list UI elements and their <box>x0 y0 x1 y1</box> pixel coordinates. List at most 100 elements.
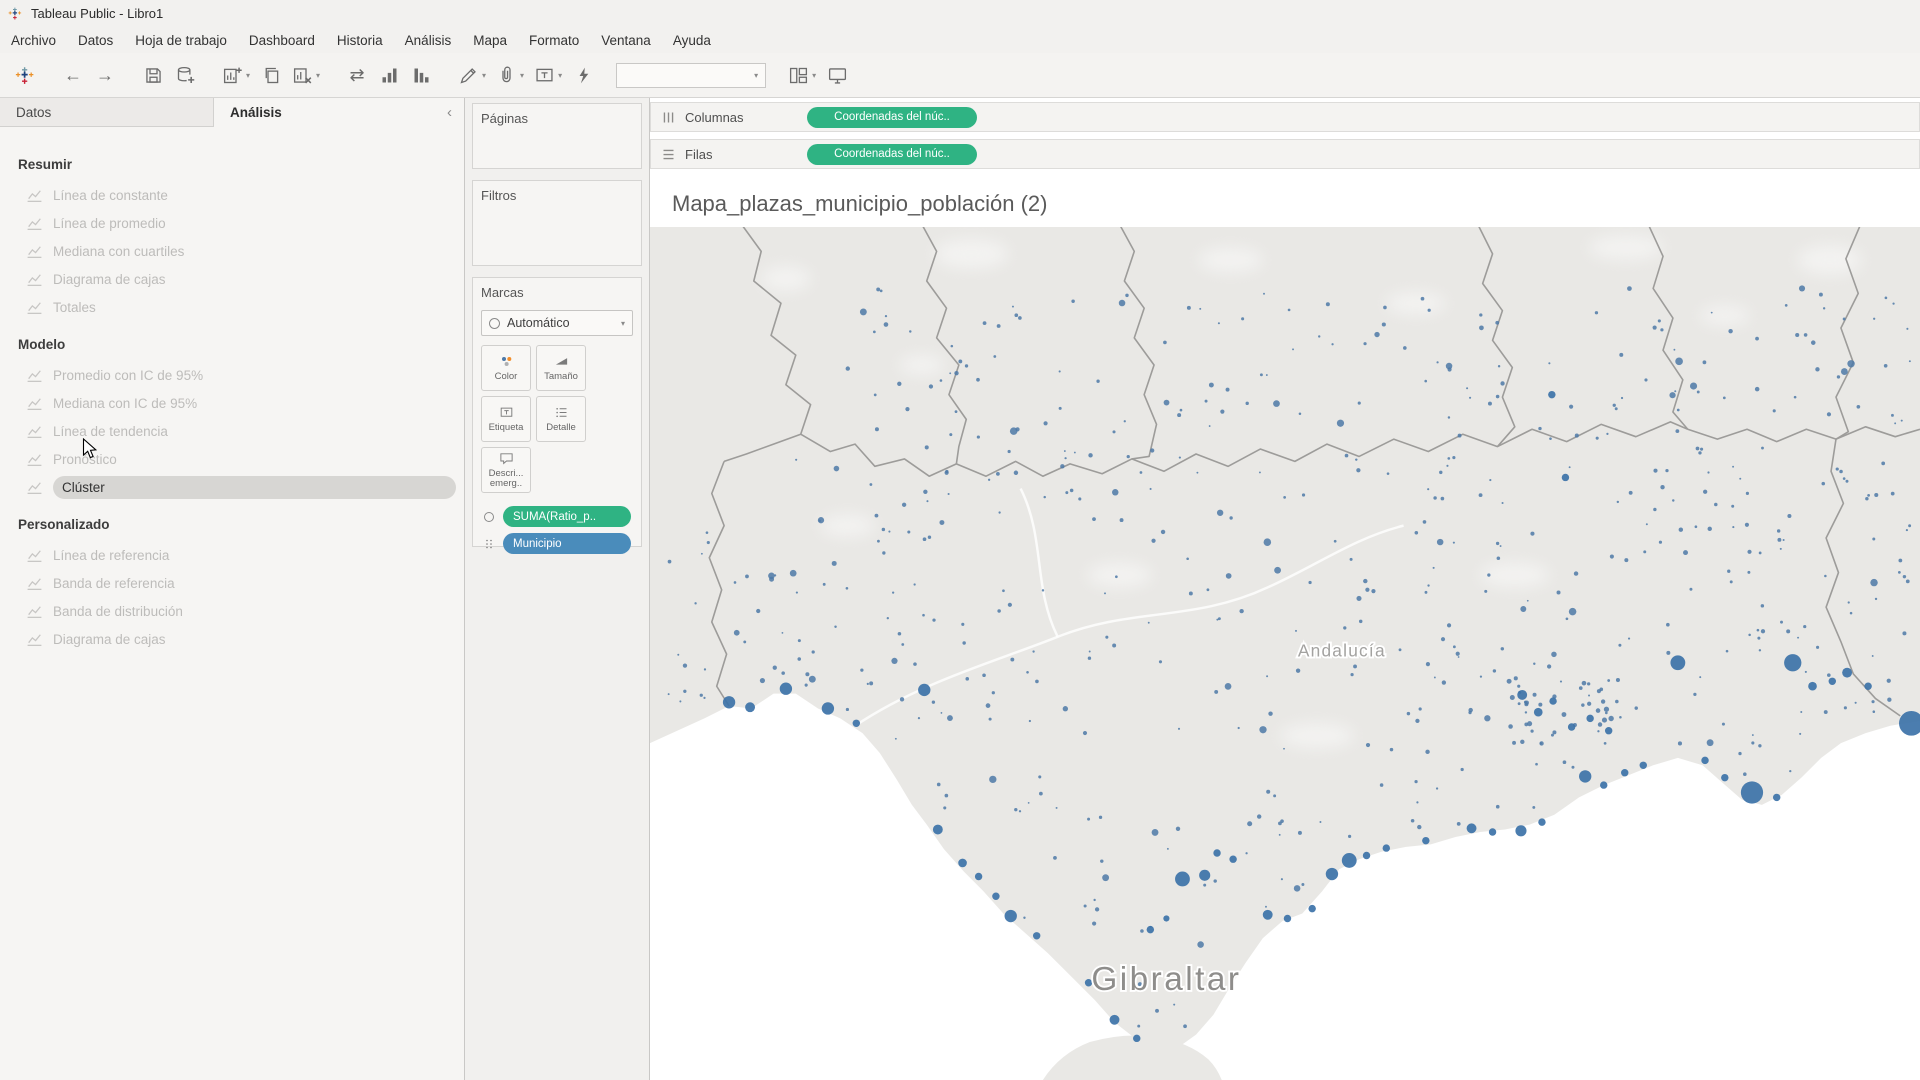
map-bubble[interactable] <box>1600 781 1607 788</box>
map-bubble[interactable] <box>1229 855 1236 862</box>
map-canvas[interactable]: AndalucíaGibraltar <box>650 227 1920 1080</box>
menu-datos[interactable]: Datos <box>67 29 124 52</box>
map-bubble[interactable] <box>822 702 834 714</box>
field-pill-municipio[interactable]: Municipio <box>503 533 631 554</box>
pages-shelf[interactable]: Páginas <box>472 103 642 169</box>
swap-axes-button[interactable]: ⇄ <box>342 58 372 92</box>
map-bubble[interactable] <box>1605 727 1612 734</box>
map-bubble[interactable] <box>1534 708 1543 717</box>
map-bubble[interactable] <box>1808 682 1817 691</box>
map-bubble[interactable] <box>853 720 860 727</box>
map-bubble[interactable] <box>1579 770 1591 782</box>
field-pill-suma-ratio[interactable]: SUMA(Ratio_p.. <box>503 506 631 527</box>
map-bubble[interactable] <box>992 893 999 900</box>
fit-selector[interactable]: ▾ <box>616 63 766 88</box>
map-bubble[interactable] <box>1284 915 1291 922</box>
map-bubble[interactable] <box>1308 905 1315 912</box>
highlight-button[interactable]: ▾ <box>454 58 490 92</box>
duplicate-button[interactable] <box>256 58 286 92</box>
map-bubble[interactable] <box>975 873 982 880</box>
map-bubble[interactable] <box>1549 697 1556 704</box>
map-bubble[interactable] <box>1263 910 1273 920</box>
show-hide-cards-button[interactable]: ▾ <box>784 58 820 92</box>
save-button[interactable] <box>138 58 168 92</box>
map-bubble[interactable] <box>1133 1035 1140 1042</box>
analytics-item-linea-de-promedio[interactable]: Línea de promedio <box>0 209 464 237</box>
map-bubble[interactable] <box>1467 823 1477 833</box>
map-bubble[interactable] <box>1383 844 1390 851</box>
map-bubble[interactable] <box>1701 757 1708 764</box>
sort-ascending-button[interactable] <box>374 58 404 92</box>
clear-sheet-button[interactable]: ▾ <box>288 58 324 92</box>
show-mark-labels-button[interactable]: ▾ <box>530 58 566 92</box>
map-bubble[interactable] <box>1829 678 1836 685</box>
analytics-item-linea-de-tendencia[interactable]: Línea de tendencia <box>0 417 464 445</box>
map-bubble[interactable] <box>1147 926 1154 933</box>
sort-descending-button[interactable] <box>406 58 436 92</box>
fix-axes-button[interactable] <box>568 58 598 92</box>
map-bubble[interactable] <box>723 696 735 708</box>
columns-shelf-zone[interactable]: Coordenadas del núc.. <box>781 107 1919 128</box>
map-bubble[interactable] <box>1842 668 1852 678</box>
map-bubble[interactable] <box>918 684 930 696</box>
analytics-item-diagrama-de-cajas-2[interactable]: Diagrama de cajas <box>0 625 464 653</box>
map-bubble[interactable] <box>1562 474 1569 481</box>
map-bubble[interactable] <box>1363 852 1370 859</box>
analytics-item-promedio-ic95[interactable]: Promedio con IC de 95% <box>0 361 464 389</box>
map-bubble[interactable] <box>1110 1015 1120 1025</box>
map-bubble[interactable] <box>1422 837 1429 844</box>
columns-pill-coordenadas[interactable]: Coordenadas del núc.. <box>807 107 977 128</box>
map-bubble[interactable] <box>1741 781 1763 803</box>
label-button[interactable]: Etiqueta <box>481 396 531 442</box>
collapse-pane-icon[interactable]: ‹ <box>447 104 452 121</box>
rows-shelf[interactable]: Filas Coordenadas del núc.. <box>650 139 1920 169</box>
rows-pill-coordenadas[interactable]: Coordenadas del núc.. <box>807 144 977 165</box>
group-members-button[interactable]: ▾ <box>492 58 528 92</box>
map-bubble[interactable] <box>1586 715 1593 722</box>
analytics-item-diagrama-de-cajas[interactable]: Diagrama de cajas <box>0 265 464 293</box>
map-bubble[interactable] <box>1721 774 1728 781</box>
map-bubble[interactable] <box>1213 849 1220 856</box>
mark-type-selector[interactable]: Automático ▾ <box>481 310 633 336</box>
columns-shelf[interactable]: Columnas Coordenadas del núc.. <box>650 102 1920 132</box>
analytics-item-banda-de-distribucion[interactable]: Banda de distribución <box>0 597 464 625</box>
map-bubble[interactable] <box>745 702 755 712</box>
map-bubble[interactable] <box>1864 683 1871 690</box>
menu-mapa[interactable]: Mapa <box>462 29 518 52</box>
map-bubble[interactable] <box>1163 915 1169 921</box>
map-bubble[interactable] <box>1640 762 1647 769</box>
map-bubble[interactable] <box>1005 910 1017 922</box>
presentation-mode-button[interactable] <box>822 58 852 92</box>
detail-button[interactable]: Detalle <box>536 396 586 442</box>
analytics-item-linea-de-referencia[interactable]: Línea de referencia <box>0 541 464 569</box>
map-bubble[interactable] <box>1773 794 1780 801</box>
size-button[interactable]: Tamaño <box>536 345 586 391</box>
tab-datos[interactable]: Datos <box>0 98 214 127</box>
start-page-button[interactable] <box>10 58 40 92</box>
menu-dashboard[interactable]: Dashboard <box>238 29 326 52</box>
map-bubble[interactable] <box>1568 723 1575 730</box>
redo-button[interactable]: → <box>90 58 120 92</box>
menu-hoja-de-trabajo[interactable]: Hoja de trabajo <box>124 29 238 52</box>
map-bubble[interactable] <box>1489 828 1496 835</box>
map-bubble[interactable] <box>1515 825 1526 836</box>
map-bubble[interactable] <box>1326 868 1338 880</box>
map-bubble[interactable] <box>933 825 943 835</box>
analytics-item-cluster[interactable]: Clúster <box>0 473 464 501</box>
map-bubble[interactable] <box>1517 690 1527 700</box>
analytics-item-mediana-ic95[interactable]: Mediana con IC de 95% <box>0 389 464 417</box>
menu-analisis[interactable]: Análisis <box>394 29 463 52</box>
analytics-item-banda-de-referencia[interactable]: Banda de referencia <box>0 569 464 597</box>
rows-shelf-zone[interactable]: Coordenadas del núc.. <box>781 144 1919 165</box>
tooltip-button[interactable]: Descri... emerg.. <box>481 447 531 493</box>
menu-historia[interactable]: Historia <box>326 29 394 52</box>
menu-formato[interactable]: Formato <box>518 29 590 52</box>
menu-archivo[interactable]: Archivo <box>0 29 67 52</box>
menu-ayuda[interactable]: Ayuda <box>662 29 722 52</box>
tab-analisis[interactable]: Análisis ‹ <box>214 98 464 127</box>
map-bubble[interactable] <box>1784 654 1801 671</box>
map-bubble[interactable] <box>1670 655 1685 670</box>
filters-shelf[interactable]: Filtros <box>472 180 642 266</box>
analytics-item-pronostico[interactable]: Pronóstico <box>0 445 464 473</box>
map-bubble[interactable] <box>1548 391 1555 398</box>
